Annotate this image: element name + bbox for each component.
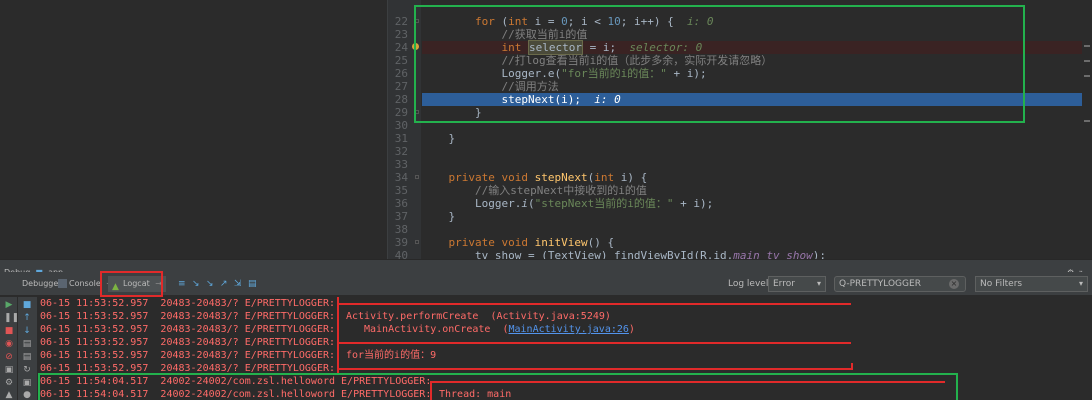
log-box-border [337,368,851,370]
debug-panel-title-bar: Debug ■ app ⚙ ⇤ [0,259,1092,277]
line-number: 29 [394,106,408,119]
run-to-cursor-icon[interactable]: ⇲ [234,280,243,289]
line-number: 33 [394,158,408,171]
settings-icon[interactable]: ⚙ [4,378,14,388]
code-line: } [448,210,456,223]
editor-scrollbar[interactable] [1082,0,1092,259]
code-line: private void stepNext(int i) { [448,171,648,184]
debug-toolbar: Debugger Console → ▲Logcat → ≡ ↘ ↘ ↗ ⇲ ▤… [0,272,1092,296]
line-number: 39 [394,236,408,249]
debug-left-rail: ▶ ❚❚ ■ ◉ ⊘ ▣ ⚙ ▲ [0,297,19,400]
fold-marker-icon[interactable] [415,175,419,179]
line-number: 31 [394,132,408,145]
log-box-border [851,363,853,370]
pause-icon[interactable]: ❚❚ [4,313,19,323]
line-number: 28 [394,93,408,106]
record-icon[interactable]: ● [22,390,32,400]
chevron-down-icon: ▾ [1078,279,1083,288]
log-line: 06-15 11:53:52.957 20483-20483/? E/PRETT… [40,324,336,335]
line-number: 26 [394,67,408,80]
line-number: 35 [394,184,408,197]
log-line: 06-15 11:53:52.957 20483-20483/? E/PRETT… [40,337,336,348]
stop-icon[interactable]: ■ [4,326,14,336]
log-line: 06-15 11:53:52.957 20483-20483/? E/PRETT… [40,350,336,361]
clear-search-icon[interactable]: × [949,279,959,289]
log-level-label: Log level: [728,279,772,289]
resume-icon[interactable]: ▶ [4,300,14,310]
highlight-box-logcat-tab [100,271,163,297]
step-over-icon[interactable]: ≡ [178,280,187,289]
log-level-select[interactable]: Error ▾ [768,276,826,292]
highlight-box-thread-log [38,373,958,400]
code-editor[interactable]: 22 23 24 25 26 27 28 29 30 31 32 33 34 3… [0,0,1092,262]
scroll-marker [1084,60,1090,62]
source-link[interactable]: MainActivity.java:26 [509,324,629,335]
soft-wrap-icon[interactable]: ▤ [22,339,32,349]
line-number: 32 [394,145,408,158]
console-icon [58,279,67,288]
filter-select[interactable]: No Filters ▾ [975,276,1088,292]
chevron-down-icon: ▾ [816,279,821,288]
screenshot-icon[interactable]: ▣ [22,378,32,388]
logcat-left-rail: ■ ↑ ↓ ▤ ▤ ↻ ▣ ● [18,297,37,400]
mute-breakpoints-icon[interactable]: ⊘ [4,352,14,362]
scroll-end-icon[interactable]: ↑ [22,313,32,323]
editor-left-margin [0,0,387,259]
code-line: } [448,132,456,145]
log-message: Activity.performCreate (Activity.java:52… [346,311,611,322]
line-number: 27 [394,80,408,93]
code-line: //输入stepNext中接收到的i的值 [474,184,647,197]
evaluate-icon[interactable]: ▤ [248,280,257,289]
log-box-divider [337,342,851,344]
highlight-box-loop [414,5,1025,123]
clear-log-icon[interactable]: ■ [22,300,32,310]
tab-debugger[interactable]: Debugger [22,276,62,292]
scroll-up-icon[interactable]: ↓ [22,326,32,336]
log-message: for当前的i的值：9 [346,350,437,361]
logcat-search-input[interactable]: Q-PRETTYLOGGER × [834,276,966,292]
fold-marker-icon[interactable] [415,240,419,244]
line-number: 24 [394,41,408,54]
scroll-marker [1084,75,1090,77]
breakpoints-icon[interactable]: ◉ [4,339,14,349]
line-number: 30 [394,119,408,132]
code-line: private void initView() { [448,236,615,249]
log-box-border [337,303,851,305]
log-line: 06-15 11:53:52.957 20483-20483/? E/PRETT… [40,298,336,309]
print-icon[interactable]: ▤ [22,352,32,362]
log-message: MainActivity.onCreate (MainActivity.java… [364,324,635,335]
line-number: 36 [394,197,408,210]
line-number: 34 [394,171,408,184]
line-number: 38 [394,223,408,236]
log-line: 06-15 11:53:52.957 20483-20483/? E/PRETT… [40,311,336,322]
scroll-marker [1084,45,1090,47]
log-box-border [337,297,339,375]
line-number: 37 [394,210,408,223]
pin-icon[interactable]: ▲ [4,390,14,400]
line-number: 23 [394,28,408,41]
restart-icon[interactable]: ↻ [22,365,32,375]
step-into-icon[interactable]: ↘ [192,280,201,289]
line-number: 22 [394,15,408,28]
scroll-marker [1084,120,1090,122]
step-out-icon[interactable]: ↗ [220,280,229,289]
code-line: Logger.i("stepNext当前的i的值：" + i); [474,197,714,210]
line-number: 25 [394,54,408,67]
force-step-into-icon[interactable]: ↘ [206,280,215,289]
camera-icon[interactable]: ▣ [4,365,14,375]
